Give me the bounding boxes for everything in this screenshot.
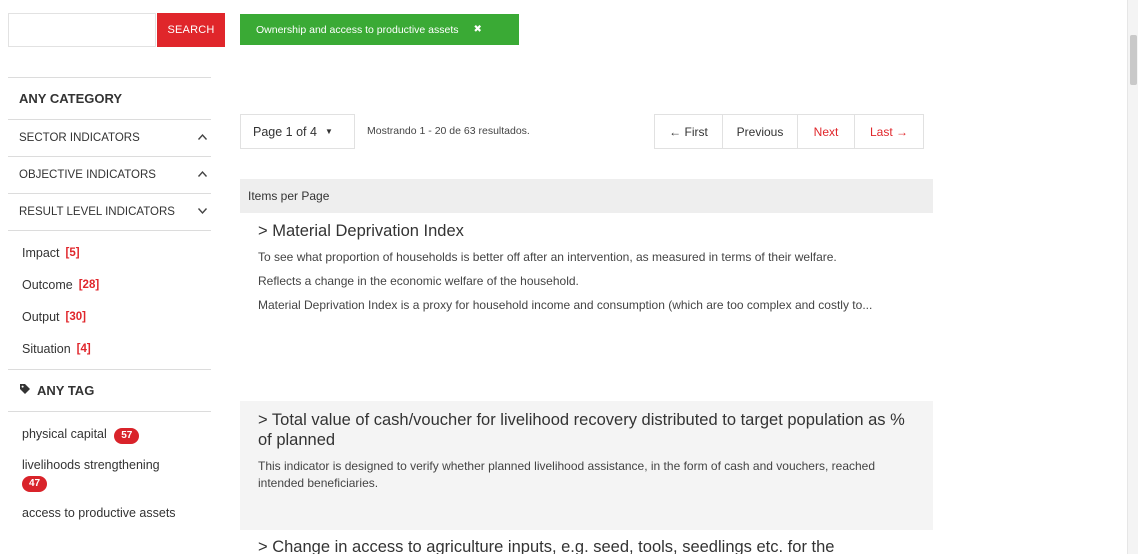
result-paragraph: Reflects a change in the economic welfar… — [258, 274, 579, 288]
sidebar-item-label: OBJECTIVE INDICATORS — [19, 169, 156, 181]
list-item-count: [28] — [78, 279, 100, 291]
tag-label: physical capital — [22, 427, 107, 441]
chevron-up-icon — [197, 169, 208, 181]
result-level-list: Impact [5] Outcome [28] Output [30] Situ… — [8, 231, 211, 370]
close-icon[interactable]: ✖ — [474, 24, 482, 35]
search-button[interactable]: SEARCH — [157, 13, 225, 47]
page-select[interactable]: Page 1 of 4 ▼ — [240, 114, 355, 149]
sidebar-item-label: RESULT LEVEL INDICATORS — [19, 206, 175, 218]
list-item-count: [5] — [65, 247, 80, 259]
sidebar-item-label: SECTOR INDICATORS — [19, 132, 140, 144]
tag-label: access to productive assets — [22, 506, 176, 520]
list-item-situation[interactable]: Situation [4] — [8, 333, 211, 365]
list-item-outcome[interactable]: Outcome [28] — [8, 269, 211, 301]
tag-heading: ANY TAG — [8, 370, 211, 412]
page-select-value: Page 1 of 4 — [253, 124, 317, 139]
tag-list: physical capital 57 livelihoods strength… — [8, 412, 211, 521]
result-paragraph: This indicator is designed to verify whe… — [258, 459, 876, 490]
pagination: ← First Previous Next Last → — [654, 114, 924, 149]
sidebar: ANY CATEGORY SECTOR INDICATORS OBJECTIVE… — [8, 77, 211, 534]
tag-heading-label: ANY TAG — [37, 383, 95, 398]
sidebar-item-result-level-indicators[interactable]: RESULT LEVEL INDICATORS — [8, 194, 211, 231]
next-page-button[interactable]: Next — [797, 114, 855, 149]
tag-label: livelihoods strengthening — [22, 458, 160, 472]
result-item: > Material Deprivation Index To see what… — [240, 221, 933, 393]
tag-item-livelihoods-strengthening[interactable]: livelihoods strengthening 47 — [8, 457, 211, 492]
sidebar-item-objective-indicators[interactable]: OBJECTIVE INDICATORS — [8, 157, 211, 194]
items-per-page-bar[interactable]: Items per Page — [240, 179, 933, 213]
result-title[interactable]: > Change in access to agriculture inputs… — [258, 537, 915, 554]
previous-page-button[interactable]: Previous — [722, 114, 798, 149]
caret-down-icon: ▼ — [324, 127, 333, 136]
page: SEARCH Ownership and access to productiv… — [0, 0, 1138, 554]
list-item-label: Outcome — [22, 278, 73, 292]
result-item: > Change in access to agriculture inputs… — [240, 537, 933, 554]
results-count-info: Mostrando 1 - 20 de 63 resultados. — [367, 125, 530, 137]
result-paragraph: To see what proportion of households is … — [258, 250, 837, 264]
chevron-up-icon — [197, 132, 208, 144]
tag-icon — [19, 383, 31, 398]
result-item: > Total value of cash/voucher for liveli… — [240, 401, 933, 530]
tag-item-access-to-productive-assets[interactable]: access to productive assets — [8, 505, 211, 521]
scrollbar-thumb[interactable] — [1130, 35, 1137, 85]
list-item-label: Impact — [22, 246, 60, 260]
chevron-down-icon — [197, 206, 208, 218]
sidebar-item-sector-indicators[interactable]: SECTOR INDICATORS — [8, 120, 211, 157]
list-item-count: [4] — [76, 343, 91, 355]
active-filter-label: Ownership and access to productive asset… — [256, 23, 459, 36]
result-paragraph: Material Deprivation Index is a proxy fo… — [258, 298, 873, 312]
tag-count-badge: 57 — [114, 428, 140, 444]
list-item-label: Output — [22, 310, 60, 324]
first-page-button[interactable]: ← First — [654, 114, 723, 149]
list-item-label: Situation — [22, 342, 71, 356]
active-filter-chip[interactable]: Ownership and access to productive asset… — [240, 14, 519, 45]
tag-count-badge: 47 — [22, 476, 48, 492]
search-input[interactable] — [8, 13, 156, 47]
last-page-button[interactable]: Last → — [854, 114, 924, 149]
category-heading: ANY CATEGORY — [8, 78, 211, 120]
list-item-count: [30] — [65, 311, 86, 323]
result-title[interactable]: > Material Deprivation Index — [258, 221, 915, 241]
result-title[interactable]: > Total value of cash/voucher for liveli… — [258, 410, 915, 450]
list-item-output[interactable]: Output [30] — [8, 301, 211, 333]
vertical-scrollbar[interactable] — [1127, 0, 1138, 554]
tag-item-physical-capital[interactable]: physical capital 57 — [8, 426, 211, 444]
list-item-impact[interactable]: Impact [5] — [8, 237, 211, 269]
